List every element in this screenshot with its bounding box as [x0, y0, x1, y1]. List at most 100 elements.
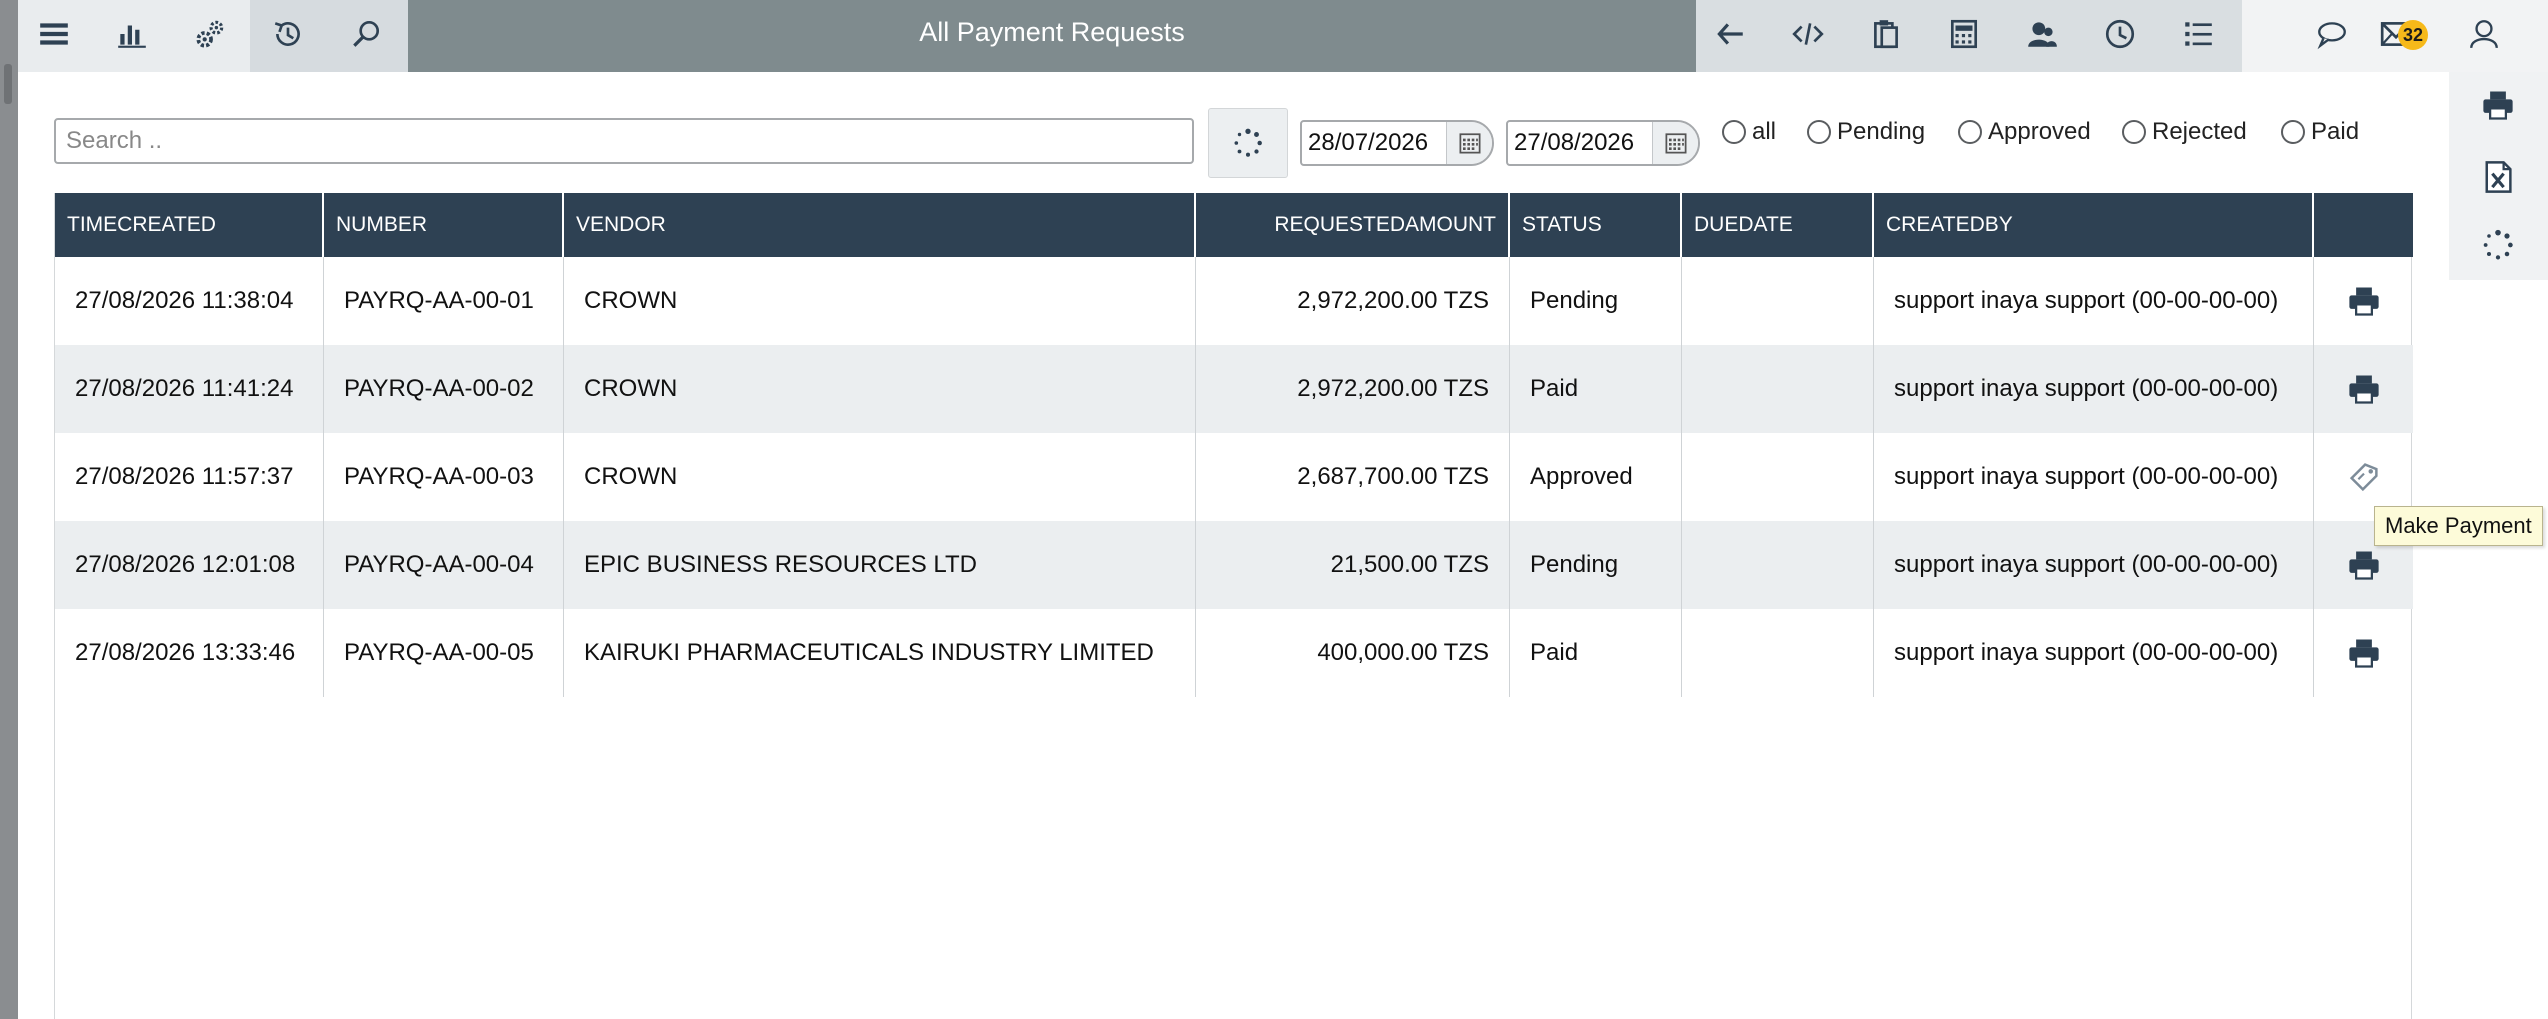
print-icon[interactable] [2314, 257, 2413, 345]
cell-duedate [1682, 433, 1874, 521]
table-row[interactable]: 27/08/2026 11:57:37 PAYRQ-AA-00-03 CROWN… [55, 433, 2413, 521]
cell-status: Paid [1510, 609, 1682, 697]
print-icon[interactable] [2477, 84, 2519, 126]
column-header-vendor[interactable]: VENDOR [564, 193, 1196, 257]
calendar-icon[interactable] [1652, 122, 1698, 164]
back-arrow-icon[interactable] [1710, 14, 1750, 54]
date-to-input[interactable] [1514, 128, 1654, 158]
clock-icon[interactable] [2100, 14, 2140, 54]
cell-amount: 2,687,700.00 TZS [1196, 433, 1510, 521]
top-toolbar: All Payment Requests [18, 0, 2548, 72]
cell-duedate [1682, 521, 1874, 609]
cell-duedate [1682, 345, 1874, 433]
cell-number: PAYRQ-AA-00-02 [324, 345, 564, 433]
cell-number: PAYRQ-AA-00-01 [324, 257, 564, 345]
calculator-icon[interactable] [1944, 14, 1984, 54]
resize-handle[interactable] [4, 64, 12, 104]
cell-createdby: support inaya support (00-00-00-00) [1874, 433, 2314, 521]
radio-label: all [1752, 118, 1777, 145]
menu-icon[interactable] [34, 14, 74, 54]
excel-export-icon[interactable] [2477, 156, 2519, 198]
column-header-actions [2314, 193, 2410, 257]
table-row[interactable]: 27/08/2026 11:41:24 PAYRQ-AA-00-02 CROWN… [55, 345, 2413, 433]
cell-status: Paid [1510, 345, 1682, 433]
date-to-field [1506, 120, 1700, 166]
cell-timecreated: 27/08/2026 12:01:08 [55, 521, 324, 609]
radio-status-rejected[interactable]: Rejected [2122, 112, 2247, 152]
cell-status: Pending [1510, 257, 1682, 345]
radio-button[interactable] [1958, 120, 1982, 144]
table-row[interactable]: 27/08/2026 12:01:08 PAYRQ-AA-00-04 EPIC … [55, 521, 2413, 609]
date-from-field [1300, 120, 1494, 166]
cell-vendor: CROWN [564, 433, 1196, 521]
chat-icon[interactable] [2312, 14, 2352, 54]
cell-vendor: CROWN [564, 257, 1196, 345]
print-icon[interactable] [2314, 345, 2413, 433]
column-header-requestedamount[interactable]: REQUESTEDAMOUNT [1196, 193, 1510, 257]
toolbar-far-group [2242, 0, 2548, 72]
radio-button[interactable] [2281, 120, 2305, 144]
cell-timecreated: 27/08/2026 13:33:46 [55, 609, 324, 697]
history-icon[interactable] [268, 14, 308, 54]
column-header-number[interactable]: NUMBER [324, 193, 564, 257]
cell-duedate [1682, 609, 1874, 697]
cell-timecreated: 27/08/2026 11:57:37 [55, 433, 324, 521]
list-icon[interactable] [2178, 14, 2218, 54]
side-tools-panel [2449, 72, 2548, 280]
title-bar: All Payment Requests [408, 0, 1696, 72]
column-header-timecreated[interactable]: TIMECREATED [55, 193, 324, 257]
cell-amount: 21,500.00 TZS [1196, 521, 1510, 609]
clipboard-icon[interactable] [1866, 14, 1906, 54]
cell-createdby: support inaya support (00-00-00-00) [1874, 609, 2314, 697]
cell-vendor: CROWN [564, 345, 1196, 433]
table-header: TIMECREATED NUMBER VENDOR REQUESTEDAMOUN… [55, 193, 2413, 257]
cell-vendor: KAIRUKI PHARMACEUTICALS INDUSTRY LIMITED [564, 609, 1196, 697]
cell-vendor: EPIC BUSINESS RESOURCES LTD [564, 521, 1196, 609]
radio-status-pending[interactable]: Pending [1807, 112, 1925, 152]
make-payment-tooltip: Make Payment [2374, 506, 2543, 546]
cell-amount: 400,000.00 TZS [1196, 609, 1510, 697]
cell-number: PAYRQ-AA-00-05 [324, 609, 564, 697]
notification-badge[interactable]: 32 [2398, 20, 2428, 50]
cell-createdby: support inaya support (00-00-00-00) [1874, 345, 2314, 433]
radio-label: Pending [1837, 118, 1926, 145]
loading-icon [1234, 128, 1262, 157]
cell-createdby: support inaya support (00-00-00-00) [1874, 257, 2314, 345]
cell-amount: 2,972,200.00 TZS [1196, 345, 1510, 433]
payment-requests-table: TIMECREATED NUMBER VENDOR REQUESTEDAMOUN… [54, 193, 2413, 1019]
column-header-status[interactable]: STATUS [1510, 193, 1682, 257]
search-icon[interactable] [346, 14, 386, 54]
radio-button[interactable] [1807, 120, 1831, 144]
bar-chart-icon[interactable] [112, 14, 152, 54]
radio-label: Approved [1988, 118, 2091, 145]
table-row[interactable]: 27/08/2026 13:33:46 PAYRQ-AA-00-05 KAIRU… [55, 609, 2413, 697]
radio-button[interactable] [2122, 120, 2146, 144]
cell-timecreated: 27/08/2026 11:38:04 [55, 257, 324, 345]
loading-icon[interactable] [2477, 224, 2519, 266]
column-header-createdby[interactable]: CREATEDBY [1874, 193, 2314, 257]
cell-status: Pending [1510, 521, 1682, 609]
radio-status-all[interactable]: all [1722, 112, 1776, 152]
date-from-input[interactable] [1308, 128, 1448, 158]
radio-status-paid[interactable]: Paid [2281, 112, 2359, 152]
table-row[interactable]: 27/08/2026 11:38:04 PAYRQ-AA-00-01 CROWN… [55, 257, 2413, 345]
refresh-button[interactable] [1208, 108, 1288, 178]
search-input[interactable] [54, 118, 1194, 164]
code-icon[interactable] [1788, 14, 1828, 54]
print-icon[interactable] [2314, 609, 2413, 697]
user-icon[interactable] [2464, 14, 2504, 54]
cell-timecreated: 27/08/2026 11:41:24 [55, 345, 324, 433]
radio-button[interactable] [1722, 120, 1746, 144]
cell-number: PAYRQ-AA-00-04 [324, 521, 564, 609]
cell-createdby: support inaya support (00-00-00-00) [1874, 521, 2314, 609]
cell-status: Approved [1510, 433, 1682, 521]
calendar-icon[interactable] [1446, 122, 1492, 164]
radio-status-approved[interactable]: Approved [1958, 112, 2091, 152]
column-header-duedate[interactable]: DUEDATE [1682, 193, 1874, 257]
page-title: All Payment Requests [919, 17, 1185, 47]
cell-amount: 2,972,200.00 TZS [1196, 257, 1510, 345]
settings-gears-icon[interactable] [190, 14, 230, 54]
toolbar-right-group [1696, 0, 2242, 72]
radio-label: Rejected [2152, 118, 2247, 145]
contacts-icon[interactable] [2022, 14, 2062, 54]
